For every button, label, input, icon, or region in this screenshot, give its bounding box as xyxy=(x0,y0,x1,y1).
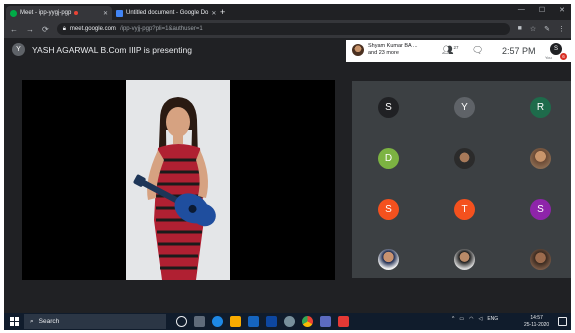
reload-icon[interactable]: ⟳ xyxy=(42,25,49,34)
tab-docs[interactable]: Untitled document - Google Do ✕ xyxy=(112,6,218,20)
store-icon[interactable] xyxy=(248,316,259,327)
participant-tile[interactable]: S xyxy=(530,199,551,220)
people-icon: 👥︎ xyxy=(442,45,454,55)
app-icon[interactable] xyxy=(320,316,331,327)
back-icon[interactable]: ← xyxy=(10,25,18,34)
url-host: meet.google.com xyxy=(69,26,116,32)
self-label: You xyxy=(545,55,552,60)
forward-icon[interactable]: → xyxy=(26,25,34,34)
recording-dot-icon xyxy=(74,11,79,15)
presenting-label: YASH AGARWAL B.Com IIIP is presenting xyxy=(32,45,192,55)
edge-icon[interactable] xyxy=(212,316,223,327)
cortana-icon[interactable] xyxy=(176,316,187,327)
meeting-time: 2:57 PM xyxy=(502,46,536,56)
close-window-icon[interactable]: ✕ xyxy=(559,6,565,14)
people-button[interactable]: 👥︎27 xyxy=(442,45,458,56)
docs-favicon-icon xyxy=(116,9,123,17)
screen: Meet - ipp-yygj-pgp ✕ Untitled document … xyxy=(4,4,571,330)
notification-center-icon[interactable] xyxy=(558,317,567,326)
star-icon[interactable]: ☆ xyxy=(530,25,536,33)
toolbar-actions: ■ ☆ ✎ ⋮ xyxy=(518,25,565,33)
meet-info-panel: Shyam Kumar BA ... and 23 more 👥︎27 🗨︎ 2… xyxy=(346,40,571,62)
notification-badge: 6 xyxy=(560,53,567,60)
browser-toolbar: ← → ⟳ 🔒︎ meet.google.com/ipp-vyjj-pgp?pl… xyxy=(4,20,571,38)
close-tab-icon[interactable]: ✕ xyxy=(211,10,216,17)
pinned-app-icon[interactable] xyxy=(338,316,349,327)
system-tray: ^ ▭ ◠ ◁ ENG xyxy=(452,316,498,322)
url-path: /ipp-vyjj-pgp?pli=1&authuser=1 xyxy=(119,26,203,32)
taskbar-search[interactable]: ⌕ Search xyxy=(24,314,166,329)
tab-meet[interactable]: Meet - ipp-yygj-pgp ✕ xyxy=(6,6,112,20)
volume-icon[interactable]: ◁ xyxy=(478,316,482,322)
camera-icon[interactable]: ■ xyxy=(518,25,522,33)
people-count: 27 xyxy=(453,45,459,50)
participant-tile[interactable]: D xyxy=(378,148,399,169)
meet-top-bar: Y YASH AGARWAL B.Com IIIP is presenting … xyxy=(4,38,571,62)
chrome-icon[interactable] xyxy=(302,316,313,327)
clock-date: 25-11-2020 xyxy=(524,321,550,328)
photo-avatar[interactable] xyxy=(454,249,475,270)
menu-icon[interactable]: ⋮ xyxy=(558,25,565,33)
windows-taskbar: ⌕ Search ^ ▭ ◠ ◁ ENG 14:57 25-11-2020 xyxy=(4,313,571,330)
participants-preview[interactable]: Shyam Kumar BA ... and 23 more xyxy=(368,43,418,57)
wifi-icon[interactable]: ◠ xyxy=(469,316,473,322)
participant-tile[interactable]: T xyxy=(454,199,475,220)
task-view-icon[interactable] xyxy=(194,316,205,327)
window-controls: — ☐ ✕ xyxy=(518,6,565,14)
presentation-stage xyxy=(22,80,335,280)
file-explorer-icon[interactable] xyxy=(230,316,241,327)
participant-tile[interactable]: S xyxy=(378,97,399,118)
search-icon: ⌕ xyxy=(30,317,34,325)
tray-chevron-icon[interactable]: ^ xyxy=(452,316,454,322)
photo-avatar[interactable] xyxy=(454,148,475,169)
participant-tile[interactable]: R xyxy=(530,97,551,118)
participant-tile[interactable]: S xyxy=(378,199,399,220)
close-tab-icon[interactable]: ✕ xyxy=(103,10,108,17)
lock-icon: 🔒︎ xyxy=(62,25,66,32)
language-indicator[interactable]: ENG xyxy=(487,316,498,322)
presenter-video xyxy=(126,80,230,280)
participant-tile[interactable]: Y xyxy=(454,97,475,118)
windows-start-icon[interactable] xyxy=(10,317,19,326)
browser-tab-strip: Meet - ipp-yygj-pgp ✕ Untitled document … xyxy=(4,4,571,20)
presenter-avatar: Y xyxy=(12,43,25,56)
search-placeholder: Search xyxy=(38,318,60,325)
participant-more: and 23 more xyxy=(368,50,399,56)
participant-grid: S Y R D S T S xyxy=(352,81,571,278)
participant-photo xyxy=(352,44,364,56)
address-bar[interactable]: 🔒︎ meet.google.com/ipp-vyjj-pgp?pli=1&au… xyxy=(56,23,510,35)
tab-label: Untitled document - Google Do xyxy=(126,10,209,16)
new-tab-button[interactable]: + xyxy=(220,7,225,17)
mail-icon[interactable] xyxy=(266,316,277,327)
extension-icon[interactable]: ✎ xyxy=(544,25,550,33)
taskbar-apps xyxy=(176,316,349,327)
chat-button[interactable]: 🗨︎ xyxy=(472,45,483,56)
photo-avatar[interactable] xyxy=(530,249,551,270)
photo-avatar[interactable] xyxy=(530,148,551,169)
tab-label: Meet - ipp-yygj-pgp xyxy=(20,10,72,16)
meet-favicon-icon xyxy=(10,9,17,17)
participant-name: Shyam Kumar BA ... xyxy=(368,43,418,49)
taskbar-clock[interactable]: 14:57 25-11-2020 xyxy=(524,315,549,328)
minimize-icon[interactable]: — xyxy=(518,6,525,14)
presenter-video-frame xyxy=(126,80,230,280)
media-icon[interactable] xyxy=(284,316,295,327)
chat-icon: 🗨︎ xyxy=(472,45,484,55)
maximize-icon[interactable]: ☐ xyxy=(539,6,545,14)
photo-avatar[interactable] xyxy=(378,249,399,270)
battery-icon[interactable]: ▭ xyxy=(459,316,464,322)
